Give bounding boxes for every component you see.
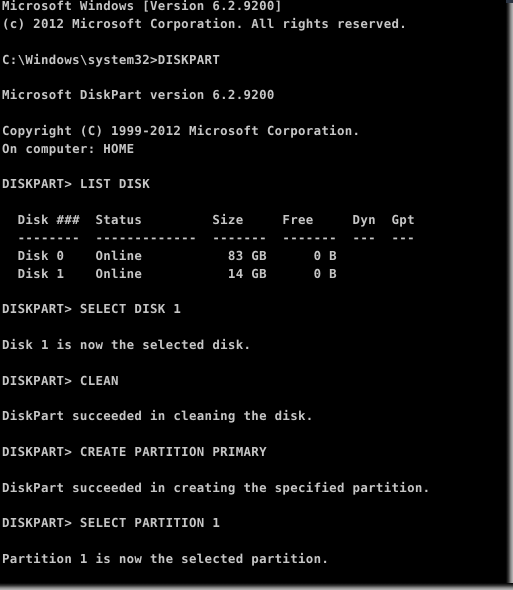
- window-shadow-right: [506, 0, 513, 590]
- console-output-text: Microsoft Windows [Version 6.2.9200] (c)…: [2, 0, 431, 567]
- window-shadow-bottom: [0, 583, 513, 590]
- window-shadow-corner: [506, 0, 513, 3]
- console-screen[interactable]: Microsoft Windows [Version 6.2.9200] (c)…: [0, 0, 506, 583]
- console-window[interactable]: Microsoft Windows [Version 6.2.9200] (c)…: [0, 0, 513, 590]
